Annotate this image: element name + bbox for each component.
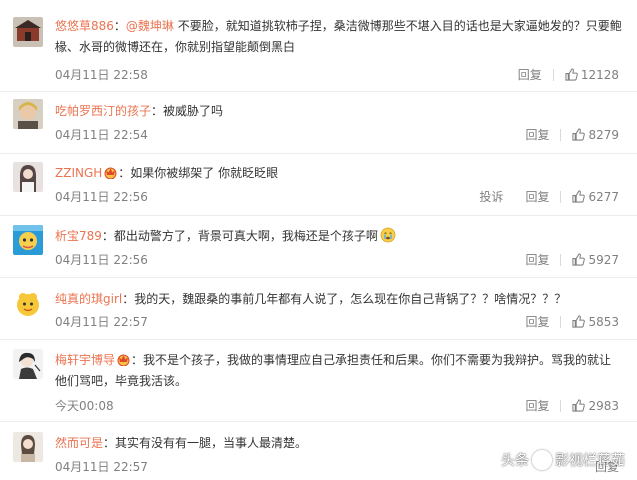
thumbs-up-icon <box>572 399 586 412</box>
reply-button[interactable]: 回复 <box>518 66 542 83</box>
watermark-author: 影视栏蒋茹 <box>555 453 625 469</box>
thumbs-up-icon <box>572 128 586 141</box>
comment-time: 04月11日 22:57 <box>55 460 148 474</box>
comment-item: ZZINGH ：如果你被绑架了 你就眨眨眼 04月11日 22:56 投诉 回复 … <box>0 154 637 216</box>
comment-username[interactable]: 析宝789 <box>55 229 102 243</box>
colon: ： <box>122 292 135 306</box>
reply-button[interactable]: 回复 <box>525 251 549 268</box>
user-avatar[interactable] <box>13 17 43 47</box>
like-count: 5927 <box>588 252 619 267</box>
comment-username[interactable]: 纯真的琪girl <box>55 292 122 306</box>
comment-time: 04月11日 22:57 <box>55 315 148 329</box>
like-button[interactable]: 8279 <box>572 128 619 142</box>
action-divider <box>560 253 562 266</box>
comment-text: 悠悠草886：@魏坤琳 不要脸，就知道挑软柿子捏，桑洁微博那些不堪入目的话也是大… <box>55 16 623 58</box>
like-count: 6277 <box>588 189 619 204</box>
like-count: 5853 <box>588 314 619 329</box>
comment-actions: 回复 8279 <box>503 126 619 143</box>
comment-time: 今天00:08 <box>55 399 114 413</box>
user-avatar[interactable] <box>13 162 43 192</box>
comment-time: 04月11日 22:58 <box>55 68 148 82</box>
thumbs-up-icon <box>572 190 586 203</box>
thumbs-up-icon <box>572 315 586 328</box>
comment-actions: 回复 5853 <box>503 313 619 330</box>
watermark-prefix: 头条 <box>501 453 529 469</box>
mention-link[interactable]: @魏坤琳 <box>126 19 174 33</box>
comment-text: 吃帕罗西汀的孩子：被威胁了吗 <box>55 101 623 122</box>
comment-item: 悠悠草886：@魏坤琳 不要脸，就知道挑软柿子捏，桑洁微博那些不堪入目的话也是大… <box>0 0 637 92</box>
reply-button[interactable]: 回复 <box>525 397 549 414</box>
action-divider <box>560 128 562 141</box>
comment-actions: 投诉 回复 6277 <box>457 188 619 205</box>
thumbs-up-icon <box>572 253 586 266</box>
colon: ： <box>103 436 116 450</box>
comment-username[interactable]: 悠悠草886 <box>55 19 114 33</box>
reply-button[interactable]: 回复 <box>525 126 549 143</box>
colon: ： <box>151 104 164 118</box>
like-count: 8279 <box>588 127 619 142</box>
thumbs-up-icon <box>565 68 578 81</box>
comment-item: 吃帕罗西汀的孩子：被威胁了吗 04月11日 22:54 回复 8279 <box>0 92 637 154</box>
like-count: 2983 <box>588 398 619 413</box>
user-avatar[interactable] <box>13 99 43 129</box>
comment-text: 析宝789：都出动警方了，背景可真大啊，我梅还是个孩子啊 <box>55 226 623 247</box>
comment-text: 梅轩宇博导 ：我不是个孩子，我做的事情理应自己承担责任和后果。你们不需要为我辩护。… <box>55 350 623 392</box>
comment-text: ZZINGH ：如果你被绑架了 你就眨眨眼 <box>55 163 623 184</box>
comment-time: 04月11日 22:56 <box>55 190 148 204</box>
comment-actions: 回复 2983 <box>503 397 619 414</box>
like-button[interactable]: 5927 <box>572 253 619 267</box>
comment-username[interactable]: ZZINGH <box>55 166 102 180</box>
action-divider <box>560 190 562 203</box>
comment-item: 梅轩宇博导 ：我不是个孩子，我做的事情理应自己承担责任和后果。你们不需要为我辩护。… <box>0 340 637 422</box>
comment-list: 悠悠草886：@魏坤琳 不要脸，就知道挑软柿子捏，桑洁微博那些不堪入目的话也是大… <box>0 0 637 480</box>
reply-button[interactable]: 回复 <box>525 313 549 330</box>
comment-time: 04月11日 22:56 <box>55 253 148 267</box>
crying-face-icon <box>380 227 396 243</box>
crown-badge-icon <box>117 354 130 366</box>
like-button[interactable]: 6277 <box>572 190 619 204</box>
comment-actions: 回复 5927 <box>503 251 619 268</box>
action-divider <box>560 315 562 328</box>
comment-username[interactable]: 然而可是 <box>55 436 103 450</box>
user-avatar[interactable] <box>13 349 43 379</box>
like-count: 12128 <box>580 67 619 82</box>
comment-body: 我的天，魏跟桑的事前几年都有人说了，怎么现在你自己背锅了？？啥情况？？？ <box>134 292 567 306</box>
comment-actions: 回复 12128 <box>496 66 619 83</box>
at-icon <box>532 450 552 470</box>
comment-username[interactable]: 梅轩宇博导 <box>55 353 115 367</box>
colon: ： <box>118 166 131 180</box>
comment-body: 都出动警方了，背景可真大啊，我梅还是个孩子啊 <box>113 229 378 243</box>
comment-text: 纯真的琪girl：我的天，魏跟桑的事前几年都有人说了，怎么现在你自己背锅了？？啥… <box>55 289 623 310</box>
like-button[interactable]: 12128 <box>565 68 619 82</box>
report-button[interactable]: 投诉 <box>479 188 503 205</box>
comment-body: 如果你被绑架了 你就眨眨眼 <box>130 166 279 180</box>
comment-username[interactable]: 吃帕罗西汀的孩子 <box>55 104 151 118</box>
comment-time: 04月11日 22:54 <box>55 128 148 142</box>
comment-item: 纯真的琪girl：我的天，魏跟桑的事前几年都有人说了，怎么现在你自己背锅了？？啥… <box>0 278 637 340</box>
comment-body: 被威胁了吗 <box>163 104 224 118</box>
user-avatar[interactable] <box>13 289 43 319</box>
comment-item: 析宝789：都出动警方了，背景可真大啊，我梅还是个孩子啊 04月11日 22:5… <box>0 216 637 278</box>
reply-button[interactable]: 回复 <box>525 188 549 205</box>
action-divider <box>552 68 554 81</box>
watermark: 头条 影视栏蒋茹 <box>501 450 625 470</box>
crown-badge-icon <box>104 167 117 179</box>
user-avatar[interactable] <box>13 432 43 462</box>
colon: ： <box>131 353 144 367</box>
colon: ： <box>113 19 126 33</box>
like-button[interactable]: 2983 <box>572 399 619 413</box>
colon: ： <box>101 229 114 243</box>
comment-body: 其实有没有有一腿，当事人最清楚。 <box>115 436 308 450</box>
action-divider <box>560 399 562 412</box>
like-button[interactable]: 5853 <box>572 315 619 329</box>
user-avatar[interactable] <box>13 225 43 255</box>
